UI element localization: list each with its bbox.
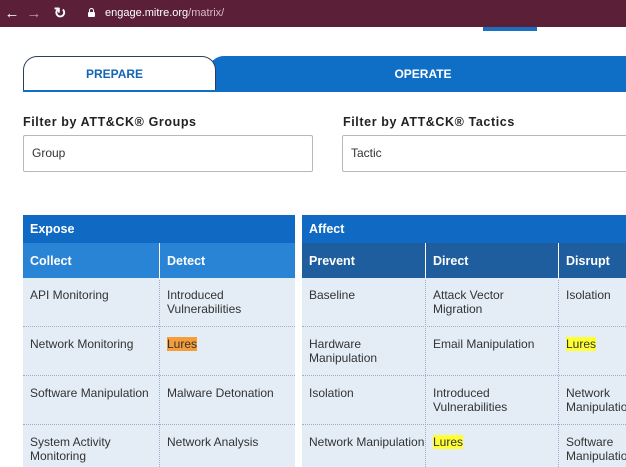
technique-cell[interactable]: API Monitoring <box>23 279 159 325</box>
tab-operate[interactable]: OPERATE <box>208 56 626 91</box>
tactics-filter-label: Filter by ATT&CK® Tactics <box>343 115 515 129</box>
technique-isolation: Isolation <box>566 288 611 302</box>
lock-icon[interactable] <box>88 8 95 17</box>
technique-malware-detonation: Malware Detonation <box>167 386 274 400</box>
tab-prepare-label: PREPARE <box>85 67 144 81</box>
technique-attack-vector-migration: Attack Vector Migration <box>433 288 504 316</box>
url-path: /matrix/ <box>188 7 225 19</box>
forward-arrow-icon[interactable]: → <box>26 0 42 27</box>
technique-software-manipulation: Software Manipulation <box>30 386 149 400</box>
technique-network-analysis: Network Analysis <box>167 435 259 449</box>
technique-cell[interactable]: Malware Detonation <box>160 377 295 423</box>
goal-header-expose[interactable]: Expose <box>23 215 295 243</box>
technique-cell[interactable]: Email Manipulation <box>426 328 558 374</box>
technique-network-manipulation: Network Manipulation <box>309 435 425 449</box>
technique-cell[interactable]: Introduced Vulnerabilities <box>160 279 295 325</box>
technique-cell[interactable]: Network Monitoring <box>23 328 159 374</box>
technique-isolation: Isolation <box>309 386 354 400</box>
browser-toolbar: ← → ↻ engage.mitre.org/matrix/ <box>0 0 626 27</box>
groups-filter-label: Filter by ATT&CK® Groups <box>23 115 197 129</box>
technique-cell[interactable]: Hardware Manipulation <box>302 328 425 374</box>
back-arrow-icon[interactable]: ← <box>4 0 20 27</box>
column-header-direct[interactable]: Direct <box>426 243 558 278</box>
tab-operate-label: OPERATE <box>394 66 452 81</box>
technique-cell[interactable]: Isolation <box>559 279 626 325</box>
technique-api-monitoring: API Monitoring <box>30 288 109 302</box>
row-divider <box>302 375 626 376</box>
technique-cell[interactable]: System Activity Monitoring <box>23 426 159 467</box>
column-header-disrupt[interactable]: Disrupt <box>559 243 626 278</box>
technique-system-activity-monitoring: System Activity Monitoring <box>30 435 111 463</box>
technique-cell[interactable]: Software Manipulation <box>559 426 626 467</box>
column-header-collect[interactable]: Collect <box>23 243 159 278</box>
column-header-prevent[interactable]: Prevent <box>302 243 425 278</box>
row-divider <box>302 326 626 327</box>
url-domain: engage.mitre.org <box>105 7 189 19</box>
technique-network-monitoring: Network Monitoring <box>30 337 134 351</box>
technique-cell[interactable]: Baseline <box>302 279 425 325</box>
technique-cell[interactable]: Lures <box>559 328 626 374</box>
technique-cell[interactable]: Isolation <box>302 377 425 423</box>
technique-introduced-vulnerabilities: Introduced Vulnerabilities <box>167 288 242 316</box>
row-divider <box>302 424 626 425</box>
technique-cell[interactable]: Software Manipulation <box>23 377 159 423</box>
technique-cell[interactable]: Lures <box>160 328 295 374</box>
technique-lures-highlighted: Lures <box>433 435 464 449</box>
technique-cell[interactable]: Network Analysis <box>160 426 295 467</box>
technique-hardware-manipulation: Hardware Manipulation <box>309 337 378 365</box>
groups-filter-input[interactable]: Group <box>23 135 313 172</box>
goal-header-affect[interactable]: Affect <box>302 215 626 243</box>
technique-cell[interactable]: Lures <box>426 426 558 467</box>
technique-cell[interactable]: Introduced Vulnerabilities <box>426 377 558 423</box>
technique-network-manipulation: Network Manipulation <box>566 386 626 414</box>
technique-introduced-vulnerabilities: Introduced Vulnerabilities <box>433 386 508 414</box>
technique-cell[interactable]: Network Manipulation <box>302 426 425 467</box>
address-bar[interactable]: engage.mitre.org/matrix/ <box>105 0 224 27</box>
reload-icon[interactable]: ↻ <box>52 0 68 27</box>
technique-cell[interactable]: Network Manipulation <box>559 377 626 423</box>
column-header-detect[interactable]: Detect <box>160 243 295 278</box>
technique-lures-highlighted: Lures <box>167 337 198 351</box>
tactics-filter-input[interactable]: Tactic <box>342 135 626 172</box>
technique-cell[interactable]: Attack Vector Migration <box>426 279 558 325</box>
technique-software-manipulation: Software Manipulation <box>566 435 626 463</box>
tab-underline <box>23 90 626 92</box>
technique-email-manipulation: Email Manipulation <box>433 337 535 351</box>
technique-baseline: Baseline <box>309 288 356 302</box>
tab-prepare[interactable]: PREPARE <box>23 56 216 91</box>
active-nav-indicator <box>483 27 537 31</box>
technique-lures-highlighted: Lures <box>566 337 597 351</box>
